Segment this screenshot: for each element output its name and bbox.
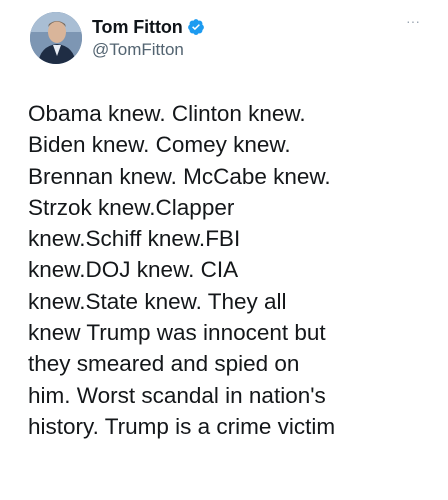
tweet-text: Obama knew. Clinton knew. Biden knew. Co… <box>28 98 438 442</box>
verified-badge-icon <box>187 19 204 35</box>
tweet-line: Obama knew. Clinton knew. <box>28 101 306 126</box>
tweet-line: knew.DOJ knew. CIA <box>28 257 239 283</box>
tweet-line: they smeared and spied on <box>28 351 300 377</box>
tweet-line: him. Worst scandal in nation's <box>28 382 326 408</box>
avatar-photo-icon <box>30 12 82 64</box>
avatar[interactable] <box>30 12 82 64</box>
more-options-icon[interactable]: ··· <box>406 14 420 28</box>
tweet-line: knew Trump was innocent but <box>28 320 326 346</box>
tweet-line: knew.State knew. They all <box>28 288 287 314</box>
tweet-line: Brennan knew. McCabe knew. <box>28 163 331 189</box>
tweet-header: Tom Fitton @TomFitton ··· <box>30 8 430 78</box>
name-row: Tom Fitton <box>92 16 205 38</box>
display-name[interactable]: Tom Fitton <box>92 17 183 38</box>
handle[interactable]: @TomFitton <box>92 40 205 60</box>
tweet-line: knew.Schiff knew.FBI <box>28 226 241 252</box>
author-block: Tom Fitton @TomFitton <box>92 16 205 60</box>
tweet-line: Strzok knew.Clapper <box>28 194 235 220</box>
tweet-line: history. Trump is a crime victim <box>28 413 336 439</box>
tweet-line: Biden knew. Comey knew. <box>28 132 291 158</box>
